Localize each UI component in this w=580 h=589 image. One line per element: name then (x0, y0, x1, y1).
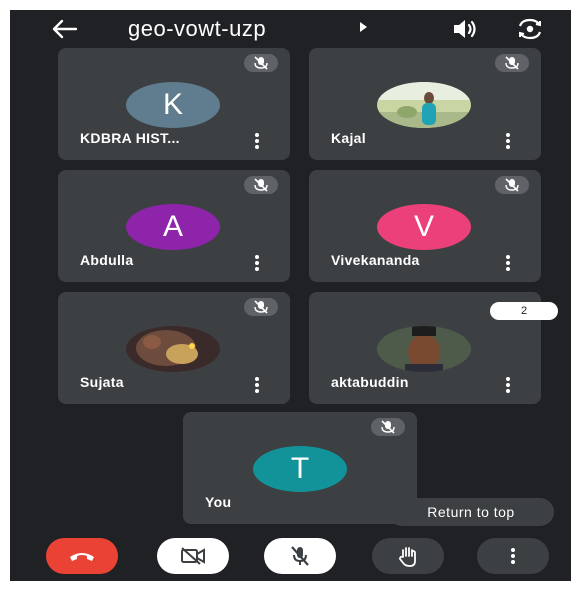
avatar: V (377, 204, 471, 250)
muted-indicator (244, 54, 278, 72)
muted-indicator (495, 176, 529, 194)
more-options-button[interactable] (503, 253, 513, 273)
muted-indicator (244, 298, 278, 316)
raise-hand-icon (399, 547, 416, 567)
arrow-left-icon (52, 19, 78, 39)
camera-off-icon (181, 547, 205, 565)
participant-tile[interactable]: A Abdulla (58, 170, 290, 282)
meeting-screen: geo-vowt-uzp K KDBRA HIST... Kajal A Abd… (10, 10, 571, 581)
participant-name: Abdulla (80, 252, 134, 268)
participant-tile[interactable]: V Vivekananda (309, 170, 541, 282)
switch-camera-icon (518, 18, 542, 40)
muted-indicator (371, 418, 405, 436)
participant-name: You (205, 494, 232, 510)
speaker-icon (454, 20, 476, 38)
top-bar: geo-vowt-uzp (10, 10, 571, 46)
caret-right-icon[interactable] (360, 22, 367, 32)
more-options-button[interactable] (477, 538, 549, 574)
back-button[interactable] (50, 16, 78, 42)
more-options-button[interactable] (252, 131, 262, 151)
meeting-code[interactable]: geo-vowt-uzp (128, 16, 266, 42)
more-options-button[interactable] (503, 375, 513, 395)
profile-photo (377, 326, 471, 372)
audio-output-button[interactable] (448, 16, 480, 42)
call-controls (10, 534, 571, 581)
end-call-icon (70, 553, 94, 561)
muted-indicator (495, 54, 529, 72)
mic-off-icon (254, 178, 268, 192)
muted-indicator (244, 176, 278, 194)
participant-tile[interactable]: Sujata (58, 292, 290, 404)
switch-camera-button[interactable] (514, 16, 546, 42)
avatar-photo (377, 326, 471, 372)
avatar: A (126, 204, 220, 250)
participant-name: Sujata (80, 374, 124, 390)
avatar: T (253, 446, 347, 492)
mic-off-icon (291, 546, 309, 566)
avatar-photo (377, 82, 471, 128)
more-options-button[interactable] (503, 131, 513, 151)
more-options-button[interactable] (252, 253, 262, 273)
mic-off-icon (381, 420, 395, 434)
page-indicator: 2 (490, 302, 558, 320)
avatar-photo (126, 326, 220, 372)
mic-toggle-button[interactable] (264, 538, 336, 574)
participant-tile[interactable]: Kajal (309, 48, 541, 160)
self-tile[interactable]: T You (183, 412, 417, 524)
mic-off-icon (505, 56, 519, 70)
end-call-button[interactable] (46, 538, 118, 574)
more-options-icon (511, 548, 515, 564)
mic-off-icon (505, 178, 519, 192)
participant-name: Vivekananda (331, 252, 420, 268)
camera-toggle-button[interactable] (157, 538, 229, 574)
profile-photo (126, 326, 220, 372)
mic-off-icon (254, 56, 268, 70)
participant-name: Kajal (331, 130, 366, 146)
participant-name: aktabuddin (331, 374, 409, 390)
return-to-top-button[interactable]: Return to top (388, 498, 554, 526)
profile-photo (377, 82, 471, 128)
participant-name: KDBRA HIST... (80, 130, 180, 146)
raise-hand-button[interactable] (372, 538, 444, 574)
participant-tile[interactable]: K KDBRA HIST... (58, 48, 290, 160)
avatar: K (126, 82, 220, 128)
more-options-button[interactable] (252, 375, 262, 395)
mic-off-icon (254, 300, 268, 314)
